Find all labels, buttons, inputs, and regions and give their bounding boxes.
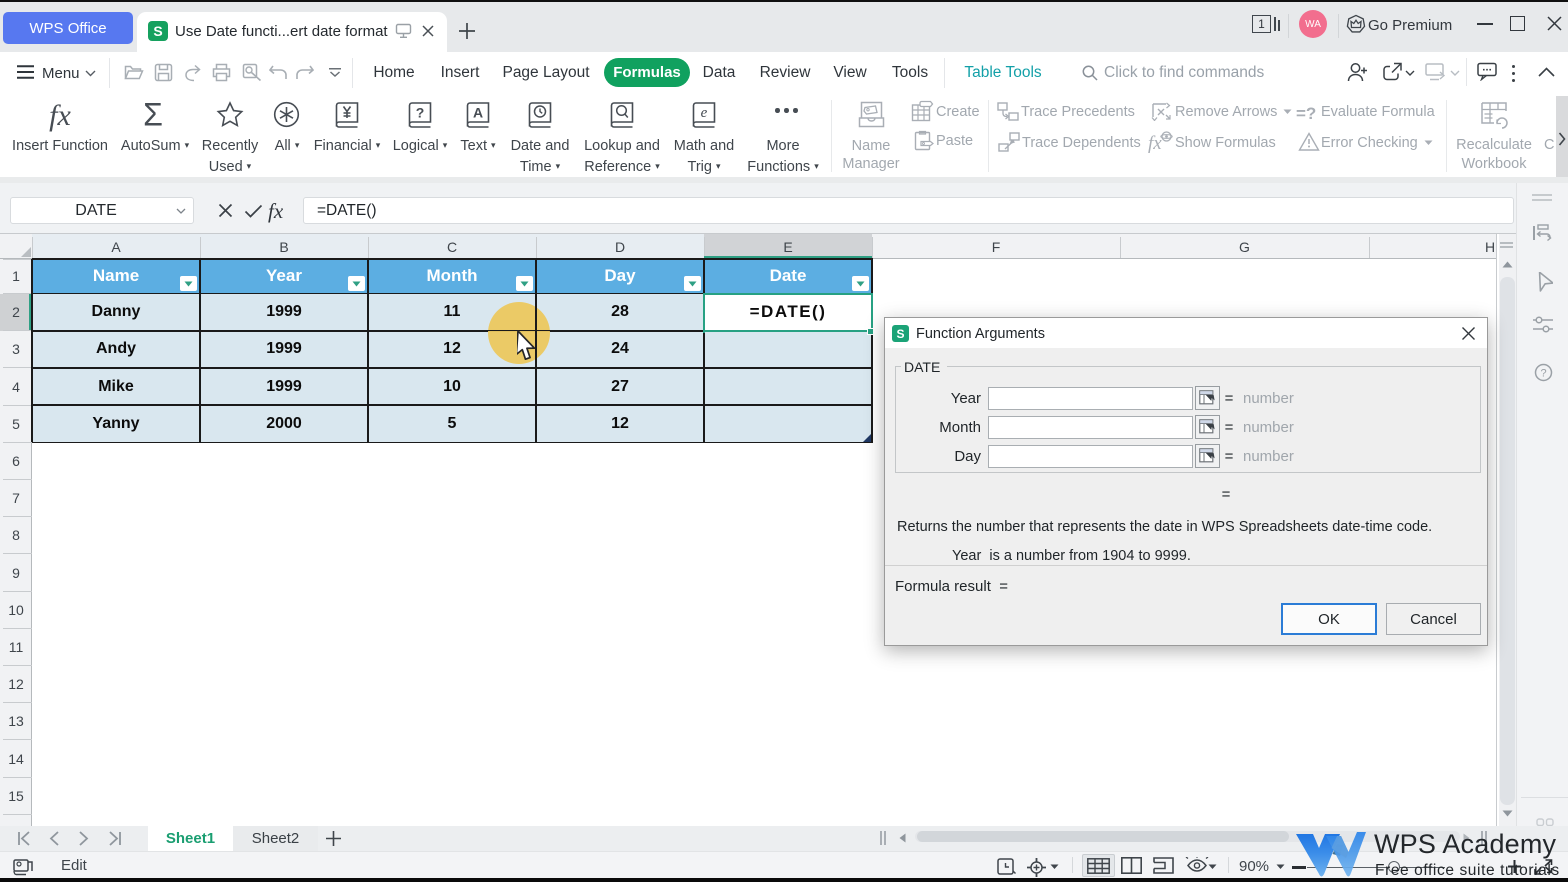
svg-text:fx: fx xyxy=(1148,133,1162,153)
svg-text:A: A xyxy=(473,105,483,121)
svg-text:e: e xyxy=(701,105,708,121)
svg-text:?: ? xyxy=(1540,368,1546,380)
svg-text:?: ? xyxy=(416,105,425,121)
